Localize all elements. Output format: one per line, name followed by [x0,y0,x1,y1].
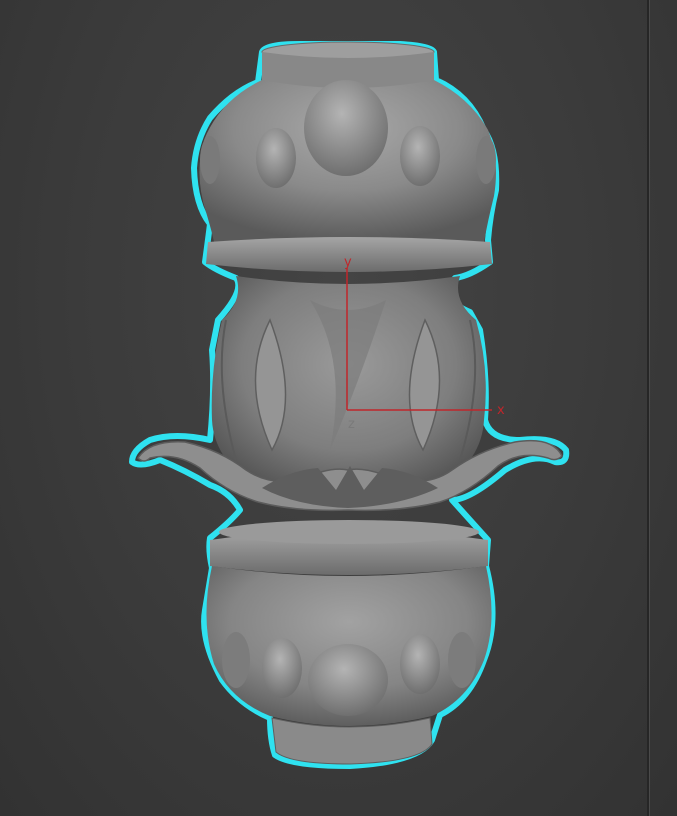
bottom-teardrop-left [262,638,302,698]
y-axis-label: y [344,255,352,270]
x-axis-label: x [497,403,505,418]
top-medallion [304,80,388,176]
top-teardrop-right [400,126,440,186]
top-side-bump-left [200,136,220,184]
top-teardrop-left [256,128,296,188]
z-axis-label: z [348,417,355,432]
bottom-band-top [219,520,479,544]
viewport-divider-highlight [649,0,650,816]
bottom-side-bump-left [222,632,250,688]
scene-canvas[interactable]: y x z [0,0,647,816]
bottom-side-bump-right [448,632,476,688]
viewport-perspective[interactable]: y x z [0,0,677,816]
bottom-teardrop-right [400,634,440,694]
top-side-bump-right [476,136,496,184]
bottom-medallion [308,644,388,716]
